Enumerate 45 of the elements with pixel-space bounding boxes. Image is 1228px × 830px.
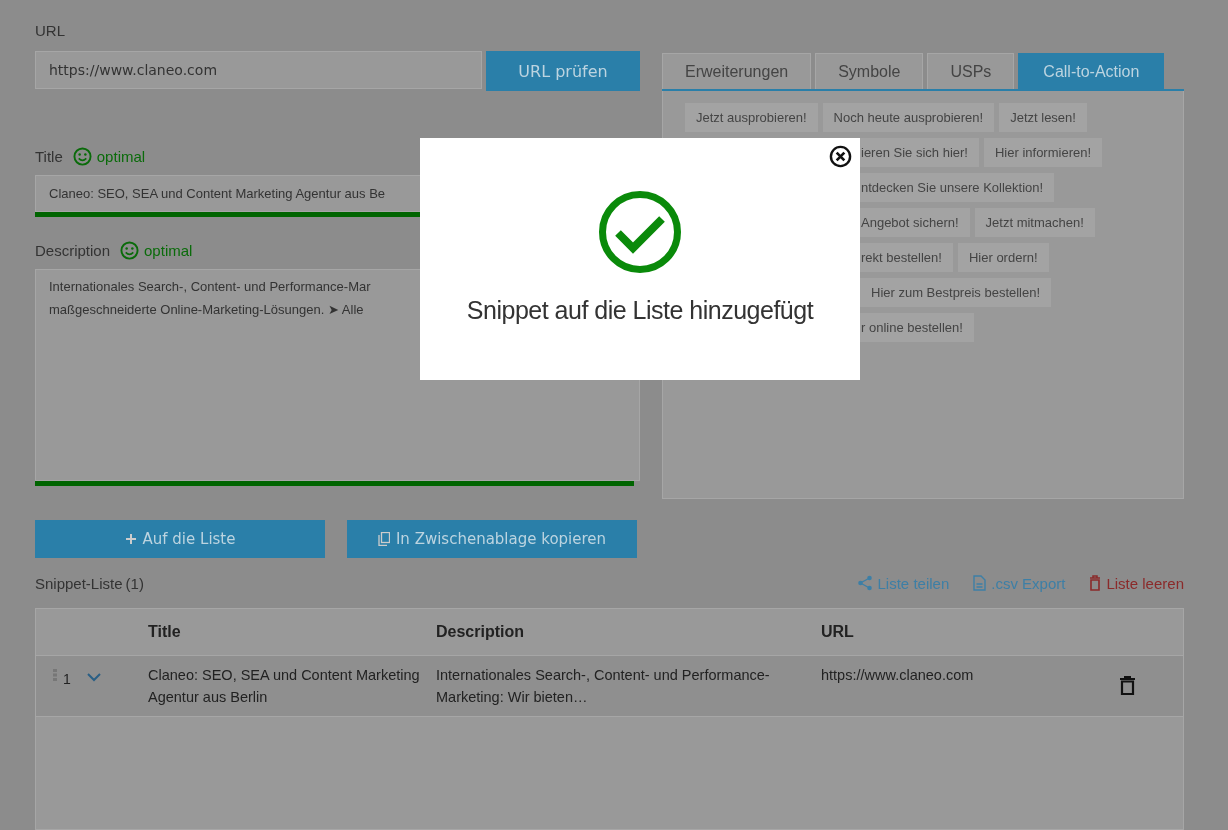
- phrase-chip[interactable]: Angebot sichern!: [860, 208, 970, 237]
- check-url-button[interactable]: URL prüfen: [486, 51, 640, 91]
- phrase-chip[interactable]: Jetzt mitmachen!: [974, 208, 1095, 237]
- document-icon: [973, 575, 987, 591]
- status-text: optimal: [96, 148, 146, 165]
- checkmark-circle-icon: [598, 190, 682, 274]
- share-icon: [856, 575, 873, 591]
- phrase-chip[interactable]: r online bestellen!: [860, 313, 974, 342]
- field-label: Title: [35, 148, 63, 165]
- phrase-chip[interactable]: ntdecken Sie unsere Kollektion!: [860, 173, 1055, 202]
- tab[interactable]: Symbole: [815, 53, 924, 89]
- plus-icon: [124, 533, 137, 545]
- column-header: URL: [821, 623, 855, 641]
- table-cell-text: Internationales Search-, Content- und Performance-Marketing: Wir bieten…: [436, 666, 771, 707]
- add-to-list-button[interactable]: Auf die Liste: [35, 520, 325, 558]
- close-icon[interactable]: [829, 145, 852, 168]
- url-label: URL: [35, 22, 65, 39]
- column-header: Description: [436, 623, 525, 641]
- url-input[interactable]: https://www.claneo.com: [35, 51, 482, 89]
- phrase-chip[interactable]: Hier zum Bestpreis bestellen!: [860, 278, 1052, 307]
- column-header: Title: [148, 623, 182, 641]
- phrase-chip[interactable]: Hier ordern!: [957, 243, 1049, 272]
- phrase-chip[interactable]: ieren Sie sich hier!: [860, 138, 979, 167]
- phrase-chip[interactable]: Jetzt ausprobieren!: [685, 103, 818, 132]
- copy-icon: [377, 532, 390, 546]
- copy-to-clipboard-button[interactable]: In Zwischenablage kopieren: [347, 520, 637, 558]
- field-label: Description: [35, 242, 111, 259]
- phrase-chip[interactable]: rekt bestellen!: [860, 243, 953, 272]
- tab[interactable]: Erweiterungen: [662, 53, 812, 89]
- tab[interactable]: USPs: [927, 53, 1015, 89]
- delete-icon[interactable]: [1119, 676, 1135, 695]
- list-count: (1): [125, 574, 144, 592]
- row-number: 1: [63, 670, 71, 689]
- status-text: optimal: [144, 242, 193, 259]
- table-cell-text: Claneo: SEO, SEA und Content Marketing Agentur aus Berlin: [148, 666, 421, 707]
- smiley-icon: [120, 241, 140, 260]
- tab[interactable]: Call-to-Action: [1018, 53, 1165, 89]
- list-title: Snippet-Liste: [35, 574, 123, 592]
- phrase-chip[interactable]: Hier informieren!: [983, 138, 1103, 167]
- smiley-icon: [72, 147, 92, 166]
- trash-icon: [1089, 575, 1102, 591]
- phrase-chip[interactable]: Noch heute ausprobieren!: [822, 103, 995, 132]
- phrase-chip[interactable]: Jetzt lesen!: [999, 103, 1087, 132]
- table-cell-text: https://www.claneo.com: [821, 666, 975, 685]
- clear-list-link[interactable]: Liste leeren: [1089, 574, 1184, 592]
